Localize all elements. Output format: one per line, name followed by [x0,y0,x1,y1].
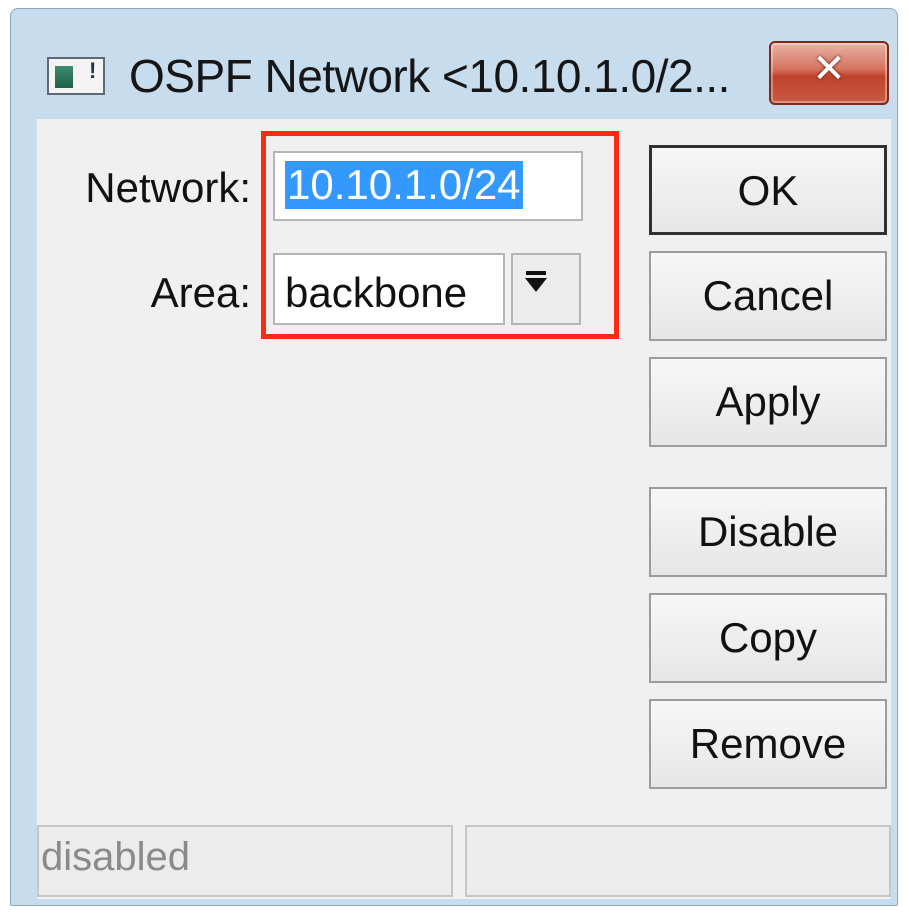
network-label: Network: [85,164,251,211]
title-bar[interactable]: ! OSPF Network <10.10.1.0/2... ✕ [11,9,897,119]
ospf-network-dialog: ! OSPF Network <10.10.1.0/2... ✕ Network… [10,8,898,906]
status-text: disabled [41,835,191,879]
dialog-body: Network: 10.10.1.0/24 Area: backbone OK … [37,119,891,899]
remove-button[interactable]: Remove [649,699,887,789]
highlight-box [261,131,619,339]
close-icon: ✕ [812,47,846,91]
status-left-cell: disabled [37,825,453,897]
copy-button[interactable]: Copy [649,593,887,683]
disable-button[interactable]: Disable [649,487,887,577]
ok-button[interactable]: OK [649,145,887,235]
window-title: OSPF Network <10.10.1.0/2... [129,50,730,102]
area-label: Area: [150,269,251,316]
cancel-button[interactable]: Cancel [649,251,887,341]
status-right-cell [465,825,891,897]
close-button[interactable]: ✕ [769,41,889,105]
app-window-icon: ! [47,57,105,95]
apply-button[interactable]: Apply [649,357,887,447]
